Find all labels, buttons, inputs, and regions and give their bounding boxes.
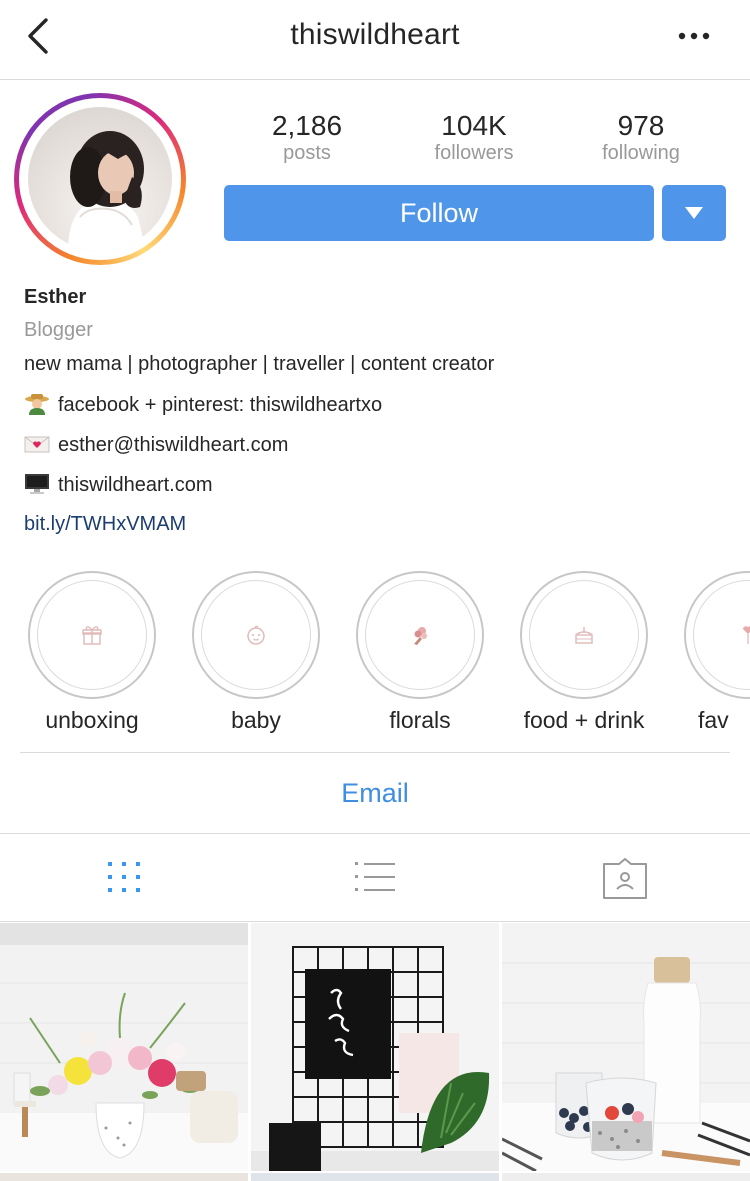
bio-website-line: thiswildheart.com — [24, 473, 213, 497]
highlight-label: food + drink — [523, 707, 645, 733]
posts-label: posts — [283, 142, 331, 164]
profile-username-title: thiswildheart — [290, 18, 460, 51]
post-image — [251, 923, 499, 1171]
post-image — [502, 923, 750, 1171]
following-stat[interactable]: 978 following — [561, 110, 721, 164]
cake-icon — [575, 627, 593, 644]
followers-label: followers — [434, 142, 514, 164]
following-label: following — [602, 142, 680, 164]
email-contact-button[interactable]: Email — [0, 778, 750, 809]
post-thumbnail-drinks[interactable] — [502, 923, 750, 1171]
triangle-down-icon — [685, 207, 703, 219]
farmer-emoji-icon — [25, 394, 49, 415]
gift-icon — [82, 626, 102, 645]
bio-social-text: facebook + pinterest: thiswildheartxo — [58, 394, 383, 416]
posts-stat[interactable]: 2,186 posts — [227, 110, 387, 164]
following-count: 978 — [617, 110, 665, 141]
heart-icon — [743, 626, 750, 644]
avatar-portrait-image — [68, 131, 146, 251]
highlight-label: baby — [231, 707, 281, 733]
highlight-label: florals — [389, 707, 451, 733]
profile-display-name: Esther — [24, 286, 87, 308]
bouquet-icon — [414, 627, 427, 645]
list-view-icon[interactable] — [354, 858, 396, 894]
baby-face-icon — [247, 625, 265, 645]
followers-stat[interactable]: 104K followers — [394, 110, 554, 164]
bio-social-line: facebook + pinterest: thiswildheartxo — [24, 393, 382, 417]
avatar-story-ring[interactable] — [14, 93, 186, 265]
bio-email-line: esther@thiswildheart.com — [24, 433, 288, 457]
followers-count: 104K — [441, 110, 507, 141]
post-thumbnail-peek[interactable] — [502, 1173, 750, 1181]
bio-external-link[interactable]: bit.ly/TWHxVMAM — [24, 513, 186, 536]
posts-count: 2,186 — [271, 110, 343, 141]
bio-website-text: thiswildheart.com — [58, 474, 213, 496]
more-options-icon[interactable] — [674, 22, 714, 50]
love-letter-emoji-icon — [24, 436, 50, 453]
post-thumbnail-peek[interactable] — [251, 1173, 499, 1181]
post-thumbnail-grid-board[interactable] — [251, 923, 499, 1171]
follow-button[interactable]: Follow — [224, 185, 654, 241]
divider — [0, 833, 750, 834]
tagged-photos-icon[interactable] — [602, 858, 648, 900]
grid-view-icon[interactable] — [106, 858, 142, 894]
divider — [20, 752, 730, 753]
top-navigation-bar: thiswildheart — [0, 0, 750, 80]
divider — [0, 921, 750, 922]
post-thumbnail-peek[interactable] — [0, 1173, 248, 1181]
post-thumbnail-flowers[interactable] — [0, 923, 248, 1171]
highlight-label: unboxing — [45, 707, 139, 733]
post-image — [0, 923, 248, 1171]
desktop-computer-emoji-icon — [25, 474, 49, 494]
suggested-accounts-dropdown-button[interactable] — [662, 185, 726, 241]
bio-tagline: new mama | photographer | traveller | co… — [24, 353, 495, 375]
highlight-label: fav — [698, 707, 729, 733]
profile-category: Blogger — [24, 319, 93, 341]
avatar — [28, 107, 172, 251]
bio-email-text: esther@thiswildheart.com — [58, 434, 289, 456]
